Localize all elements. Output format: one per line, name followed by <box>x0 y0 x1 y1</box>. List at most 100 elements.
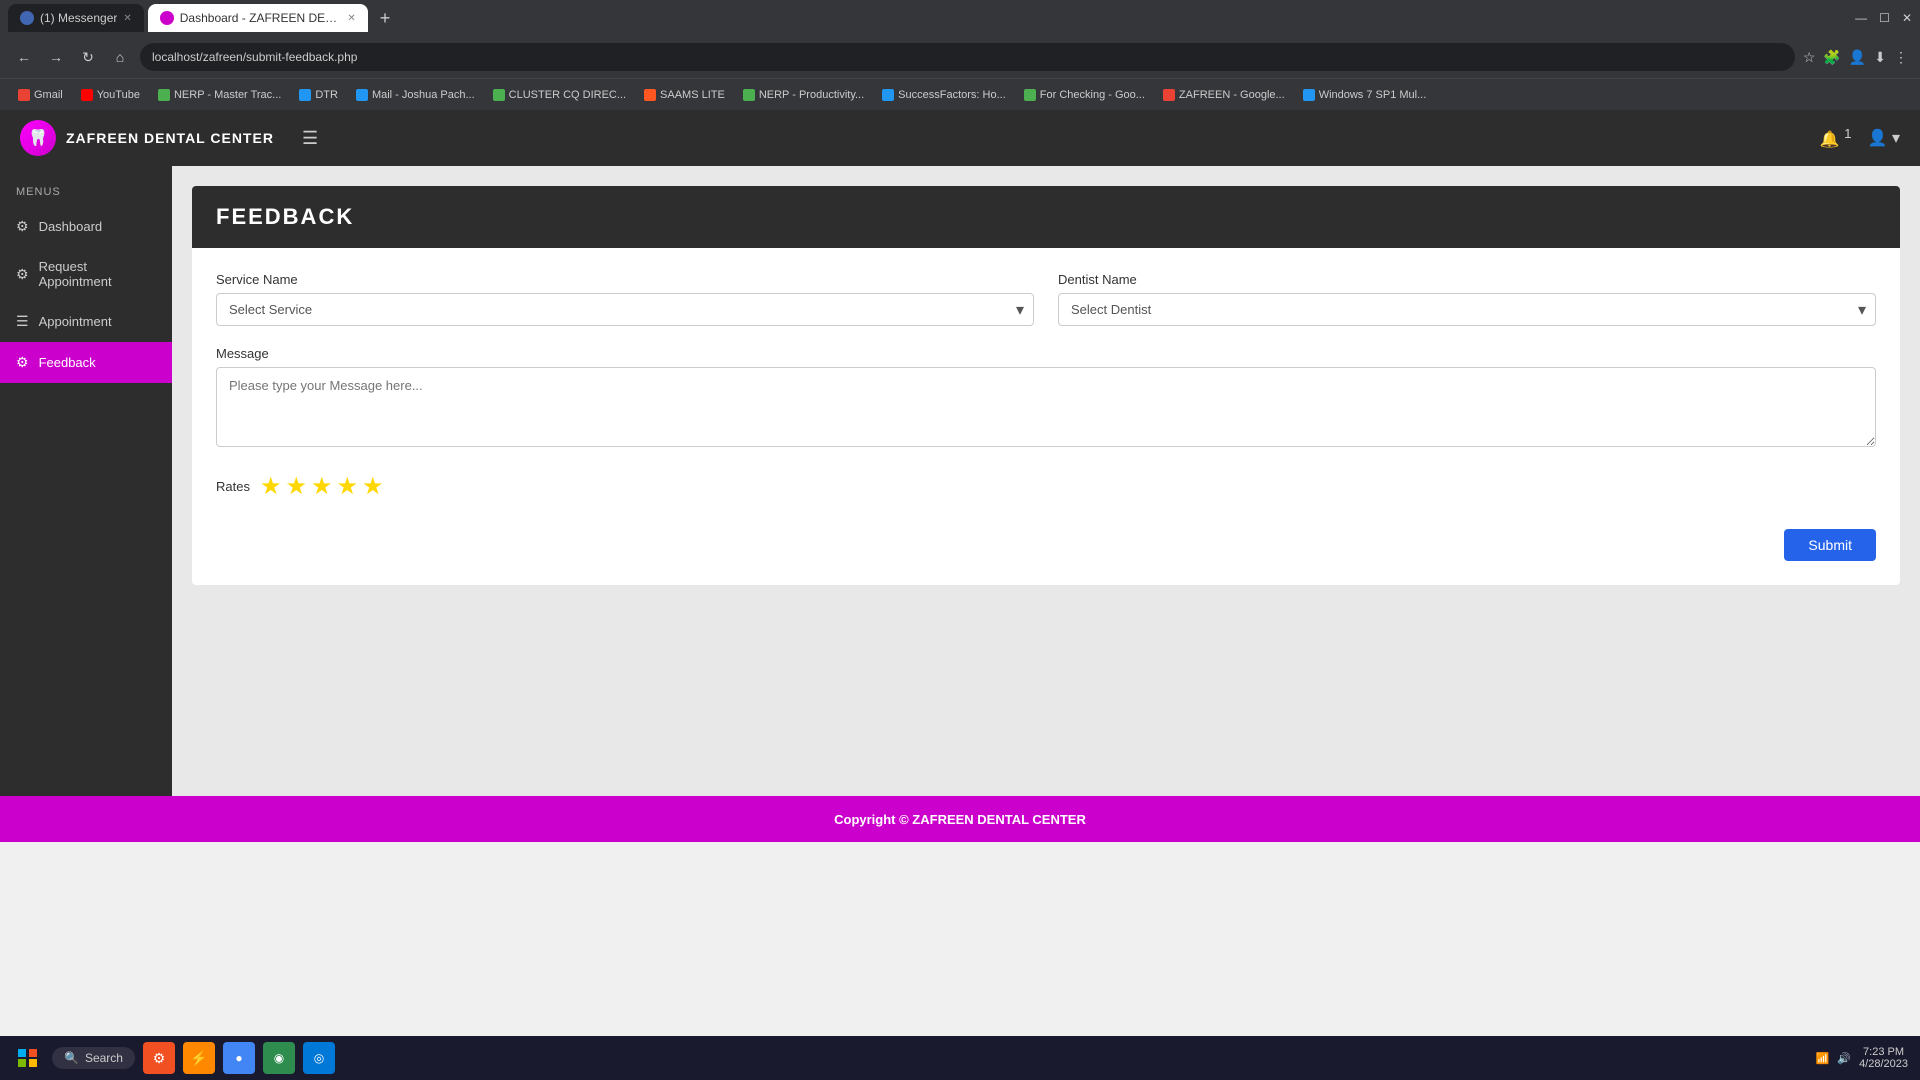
notification-bell-icon[interactable]: 🔔 1 <box>1820 126 1852 149</box>
bookmark-label-zafreen-google: ZAFREEN - Google... <box>1179 89 1285 101</box>
star-1[interactable]: ★ <box>260 472 282 501</box>
back-button[interactable]: ← <box>12 45 36 69</box>
taskbar-start-button[interactable] <box>12 1042 44 1074</box>
bookmark-nerp-productivity[interactable]: NERP - Productivity... <box>737 87 870 103</box>
browser-chrome: (1) Messenger ✕ Dashboard - ZAFREEN DENT… <box>0 0 1920 842</box>
star-4[interactable]: ★ <box>337 472 359 501</box>
star-2[interactable]: ★ <box>285 472 307 501</box>
taskbar-search[interactable]: 🔍 Search <box>52 1047 135 1069</box>
bookmark-windows[interactable]: Windows 7 SP1 Mul... <box>1297 87 1433 103</box>
tab-zafreen[interactable]: Dashboard - ZAFREEN DENTAL C... ✕ <box>148 4 368 32</box>
page-card: FEEDBACK Service Name Select Service <box>192 186 1900 585</box>
app-header: 🦷 ZAFREEN DENTAL CENTER ☰ 🔔 1 👤 ▾ <box>0 110 1920 166</box>
header-icons: 🔔 1 👤 ▾ <box>1820 126 1900 149</box>
bookmark-label-nerp-master: NERP - Master Trac... <box>174 89 281 101</box>
extension-icon[interactable]: 🧩 <box>1823 49 1840 66</box>
reload-button[interactable]: ↻ <box>76 45 100 69</box>
bookmark-mail[interactable]: Mail - Joshua Pach... <box>350 87 481 103</box>
bookmark-cluster[interactable]: CLUSTER CQ DIREC... <box>487 87 632 103</box>
tab-close-messenger[interactable]: ✕ <box>123 13 131 24</box>
dentist-name-select[interactable]: Select Dentist <box>1058 293 1876 326</box>
bookmark-label-successfactors: SuccessFactors: Ho... <box>898 89 1006 101</box>
taskbar-app-blue[interactable]: ◎ <box>303 1042 335 1074</box>
sidebar-item-label-appointment: Appointment <box>39 314 112 329</box>
taskbar-app-settings[interactable]: ⚙ <box>143 1042 175 1074</box>
download-icon[interactable]: ⬇ <box>1874 49 1886 66</box>
hamburger-menu[interactable]: ☰ <box>302 128 318 149</box>
taskbar-green-icon: ◉ <box>274 1051 284 1065</box>
rates-label: Rates <box>216 479 250 494</box>
message-textarea[interactable] <box>216 367 1876 447</box>
tab-close-zafreen[interactable]: ✕ <box>347 13 355 24</box>
bookmark-youtube[interactable]: YouTube <box>75 87 146 103</box>
taskbar-search-icon: 🔍 <box>64 1051 79 1065</box>
bookmark-zafreen-google[interactable]: ZAFREEN - Google... <box>1157 87 1291 103</box>
bookmark-successfactors[interactable]: SuccessFactors: Ho... <box>876 87 1012 103</box>
bookmark-dtr[interactable]: DTR <box>293 87 344 103</box>
star-3[interactable]: ★ <box>311 472 333 501</box>
minimize-button[interactable]: — <box>1855 11 1867 25</box>
tab-bar: (1) Messenger ✕ Dashboard - ZAFREEN DENT… <box>0 0 1920 36</box>
sidebar-item-dashboard[interactable]: ⚙ Dashboard <box>0 206 172 247</box>
page-title: FEEDBACK <box>216 204 1876 230</box>
footer-text: Copyright © ZAFREEN DENTAL CENTER <box>834 812 1086 827</box>
bookmark-favicon-dtr <box>299 89 311 101</box>
taskbar-app-green[interactable]: ◉ <box>263 1042 295 1074</box>
taskbar-clock: 7:23 PM 4/28/2023 <box>1859 1046 1908 1070</box>
bookmark-favicon-nerp-productivity <box>743 89 755 101</box>
tab-messenger[interactable]: (1) Messenger ✕ <box>8 4 144 32</box>
sidebar-item-label-feedback: Feedback <box>39 355 96 370</box>
bookmark-nerp-master[interactable]: NERP - Master Trac... <box>152 87 287 103</box>
home-button[interactable]: ⌂ <box>108 45 132 69</box>
bookmark-label-mail: Mail - Joshua Pach... <box>372 89 475 101</box>
submit-button[interactable]: Submit <box>1784 529 1876 561</box>
user-avatar-icon[interactable]: 👤 ▾ <box>1868 128 1900 148</box>
window-controls: — ☐ ✕ <box>1855 11 1912 25</box>
address-bar: ← → ↻ ⌂ ☆ 🧩 👤 ⬇ ⋮ <box>0 36 1920 78</box>
menu-icon[interactable]: ⋮ <box>1894 49 1908 66</box>
sidebar: MENUS ⚙ Dashboard ⚙ Request Appointment … <box>0 166 172 796</box>
close-button[interactable]: ✕ <box>1902 11 1912 25</box>
bookmark-favicon-mail <box>356 89 368 101</box>
url-input[interactable] <box>140 43 1795 71</box>
taskbar-blue-icon: ◎ <box>314 1051 324 1065</box>
bookmark-label-nerp-productivity: NERP - Productivity... <box>759 89 864 101</box>
star-5[interactable]: ★ <box>362 472 384 501</box>
bookmark-favicon-youtube <box>81 89 93 101</box>
bookmark-favicon-zafreen-google <box>1163 89 1175 101</box>
bookmark-star-icon[interactable]: ☆ <box>1803 49 1816 66</box>
app-logo-icon: 🦷 <box>20 120 56 156</box>
dentist-select-wrapper: Select Dentist <box>1058 293 1876 326</box>
form-row-service-dentist: Service Name Select Service Dentist Name <box>216 272 1876 326</box>
taskbar-tray: 📶 🔊 7:23 PM 4/28/2023 <box>1816 1046 1908 1070</box>
rates-row: Rates ★ ★ ★ ★ ★ <box>216 472 1876 501</box>
sidebar-item-appointment[interactable]: ☰ Appointment <box>0 301 172 342</box>
bookmark-gmail[interactable]: Gmail <box>12 87 69 103</box>
sidebar-item-request-appointment[interactable]: ⚙ Request Appointment <box>0 247 172 301</box>
taskbar-app-orange[interactable]: ⚡ <box>183 1042 215 1074</box>
taskbar-app-chrome[interactable]: ● <box>223 1042 255 1074</box>
app-wrapper: 🦷 ZAFREEN DENTAL CENTER ☰ 🔔 1 👤 ▾ MENUS … <box>0 110 1920 842</box>
bookmark-for-checking[interactable]: For Checking - Goo... <box>1018 87 1151 103</box>
sidebar-item-label-dashboard: Dashboard <box>39 219 103 234</box>
bookmark-favicon-nerp-master <box>158 89 170 101</box>
maximize-button[interactable]: ☐ <box>1879 11 1890 25</box>
sidebar-section-label: MENUS <box>0 186 172 206</box>
appointment-icon: ☰ <box>16 313 29 330</box>
service-name-select[interactable]: Select Service <box>216 293 1034 326</box>
profile-icon[interactable]: 👤 <box>1849 49 1866 66</box>
bookmark-label-gmail: Gmail <box>34 89 63 101</box>
sidebar-item-label-request-appointment: Request Appointment <box>39 259 156 289</box>
form-group-service: Service Name Select Service <box>216 272 1034 326</box>
new-tab-button[interactable]: + <box>372 8 399 29</box>
form-row-message: Message <box>216 346 1876 452</box>
taskbar-settings-icon: ⚙ <box>153 1050 166 1067</box>
app-logo-area: 🦷 ZAFREEN DENTAL CENTER <box>20 120 274 156</box>
bookmark-saams[interactable]: SAAMS LITE <box>638 87 731 103</box>
taskbar-search-text: Search <box>85 1051 123 1065</box>
forward-button[interactable]: → <box>44 45 68 69</box>
sidebar-item-feedback[interactable]: ⚙ Feedback <box>0 342 172 383</box>
bookmarks-bar: Gmail YouTube NERP - Master Trac... DTR … <box>0 78 1920 110</box>
request-appointment-icon: ⚙ <box>16 266 29 283</box>
tab-title-messenger: (1) Messenger <box>40 11 117 25</box>
